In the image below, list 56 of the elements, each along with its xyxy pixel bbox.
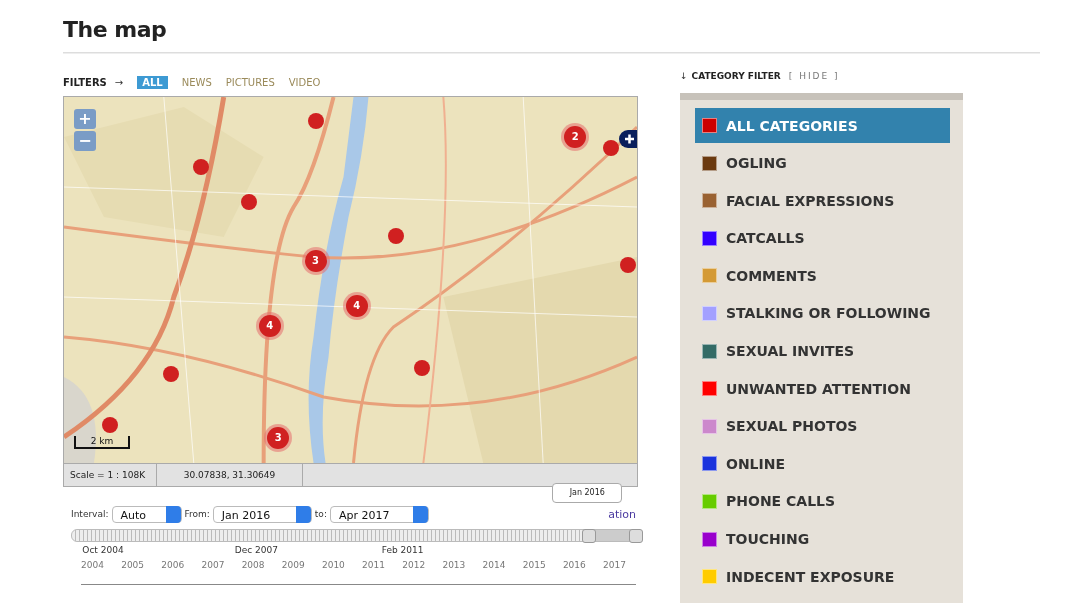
expand-icon[interactable] — [619, 130, 637, 148]
arrow-glyph: → — [114, 76, 124, 88]
year-label: 2011 — [362, 560, 385, 570]
coordinates-readout: 30.07838, 31.30649 — [157, 464, 303, 486]
chevron-icon — [165, 505, 181, 523]
animation-link[interactable]: ation — [608, 507, 636, 521]
interval-label: Interval: — [71, 509, 109, 519]
category-item[interactable]: SEXUAL INVITES — [695, 333, 950, 369]
year-label: 2012 — [402, 560, 426, 570]
slider-handle[interactable] — [582, 529, 597, 543]
filter-tab[interactable]: NEWS — [181, 76, 212, 88]
category-filter-title: CATEGORY FILTER — [691, 71, 781, 81]
year-label: 2008 — [241, 560, 265, 570]
category-item[interactable]: ONLINE — [695, 446, 950, 482]
date-mark: Dec 2007 — [234, 545, 279, 555]
category-item[interactable]: ALL CATEGORIES — [695, 108, 950, 143]
from-label: From: — [184, 509, 210, 519]
category-item[interactable]: TOUCHING — [695, 521, 950, 557]
to-label: to: — [314, 509, 327, 519]
filter-tab[interactable]: PICTURES — [225, 76, 275, 88]
category-item[interactable]: STALKING OR FOLLOWING — [695, 295, 950, 331]
year-label: 2010 — [321, 560, 345, 570]
from-select[interactable]: Jan 2016 — [212, 505, 312, 523]
arrow-glyph: ↓ — [680, 71, 688, 81]
year-label: 2013 — [442, 560, 466, 570]
slider-handle[interactable] — [629, 529, 643, 543]
filters-label: FILTERS — [63, 76, 107, 88]
category-item[interactable]: CATCALLS — [695, 220, 950, 256]
scale-readout: Scale = 1 : 108K — [64, 464, 157, 486]
date-mark: Oct 2004 — [82, 545, 124, 555]
year-label: 2014 — [482, 560, 506, 570]
date-tooltip: Jan 2016 — [552, 483, 623, 503]
chevron-icon — [295, 505, 311, 523]
year-label: 2015 — [522, 560, 546, 570]
chevron-icon — [412, 505, 428, 523]
category-item[interactable]: COMMENTS — [695, 258, 950, 294]
interval-select[interactable]: Auto — [111, 505, 182, 523]
year-label: 2006 — [161, 560, 185, 570]
year-label: 2009 — [281, 560, 305, 570]
category-item[interactable]: PHONE CALLS — [695, 483, 950, 519]
category-item[interactable]: OGLING — [695, 145, 950, 181]
category-item[interactable]: FACIAL EXPRESSIONS — [695, 183, 950, 219]
year-label: 2005 — [121, 560, 145, 570]
year-label: 2016 — [562, 560, 586, 570]
category-item[interactable]: SEXUAL PHOTOS — [695, 408, 950, 444]
year-label: 2004 — [81, 560, 104, 570]
year-label: 2017 — [603, 560, 626, 570]
filter-tab[interactable]: VIDEO — [288, 76, 321, 88]
category-item[interactable]: INDECENT EXPOSURE — [695, 559, 950, 595]
to-select[interactable]: Apr 2017 — [329, 505, 429, 523]
scale-bar: 2 km — [74, 436, 130, 449]
page-title: The map — [63, 16, 168, 44]
hide-link[interactable]: [ HIDE ] — [788, 71, 840, 81]
date-mark: Feb 2011 — [381, 545, 424, 555]
year-label: 2007 — [201, 560, 225, 570]
category-item[interactable]: UNWANTED ATTENTION — [695, 371, 950, 407]
